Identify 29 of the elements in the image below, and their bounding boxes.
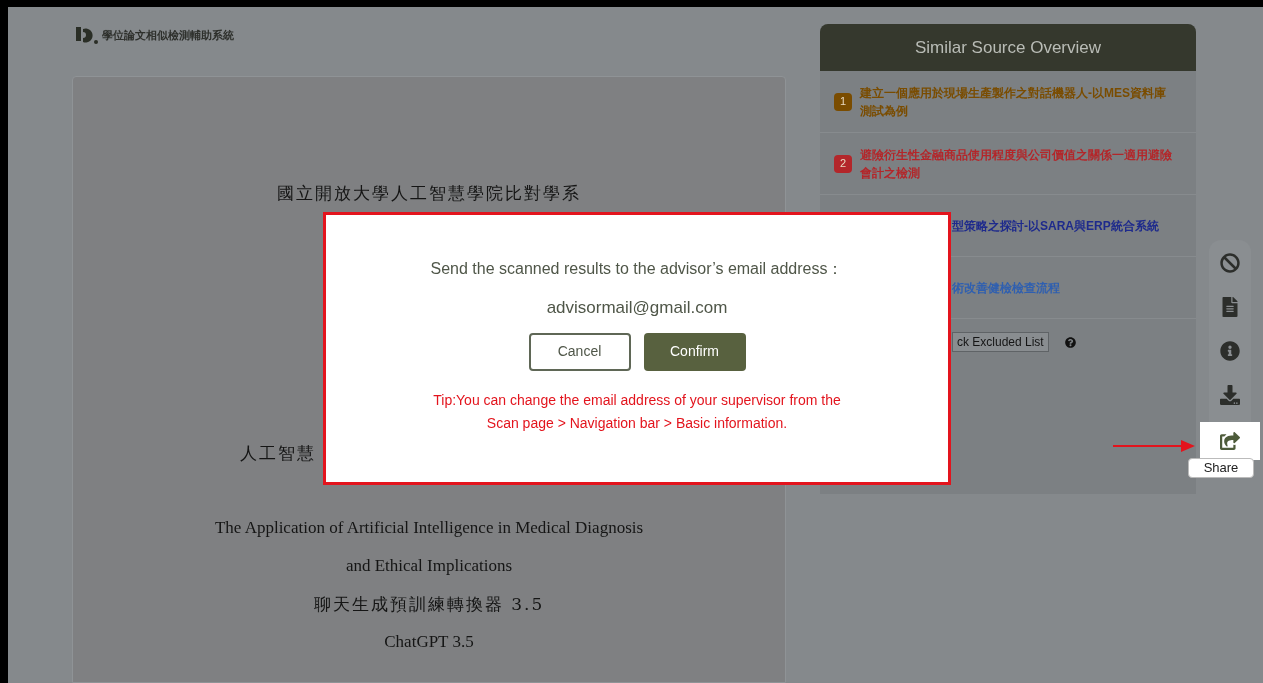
info-icon bbox=[1219, 341, 1240, 361]
share-icon bbox=[1219, 431, 1240, 451]
rank-badge: 2 bbox=[834, 154, 852, 173]
document-text: 人工智慧 bbox=[240, 442, 316, 464]
document-text: The Application of Artificial Intelligence in Medical Diagnosis bbox=[214, 517, 644, 539]
panel-title: Similar Source Overview bbox=[914, 36, 1102, 59]
source-link[interactable]: 型策略之探討-以SARA與ERP統合系統 bbox=[952, 216, 1159, 235]
source-link[interactable]: 避險衍生性金融商品使用程度與公司價值之關係一適用避險會計之檢測 bbox=[860, 145, 1172, 182]
document-text: 聊天生成預訓練轉換器 3.5 bbox=[313, 593, 545, 615]
logo-icon bbox=[74, 25, 98, 45]
advisor-email: advisormail@gmail.com bbox=[546, 297, 728, 319]
dialog-message: Send the scanned results to the advisor’s email address： bbox=[430, 259, 844, 279]
cancel-button[interactable]: Cancel bbox=[528, 332, 631, 371]
source-link[interactable]: 建立一個應用於現場生產製作之對話機器人-以MES資料庫測試為例 bbox=[860, 83, 1172, 120]
tip-text: Scan page > Navigation bar > Basic information. bbox=[486, 413, 788, 433]
app-title: 學位論文相似檢測輔助系統 bbox=[102, 28, 234, 43]
document-text: ChatGPT 3.5 bbox=[384, 631, 474, 653]
download-icon bbox=[1219, 385, 1240, 405]
tip-text: Tip:You can change the email address of your supervisor from the bbox=[433, 390, 841, 410]
block-icon bbox=[1219, 253, 1240, 273]
document-text: 國立開放大學人工智慧學院比對學系 bbox=[277, 182, 581, 204]
document-text: and Ethical Implications bbox=[345, 555, 513, 577]
confirm-button[interactable]: Confirm bbox=[643, 332, 746, 371]
rank-badge: 1 bbox=[834, 92, 852, 111]
source-link[interactable]: 術改善健檢檢查流程 bbox=[952, 278, 1060, 297]
share-tooltip: Share bbox=[1188, 458, 1254, 478]
help-icon[interactable] bbox=[1064, 336, 1076, 348]
excluded-list-button[interactable]: ck Excluded List bbox=[952, 332, 1049, 352]
share-button[interactable] bbox=[1199, 422, 1260, 460]
